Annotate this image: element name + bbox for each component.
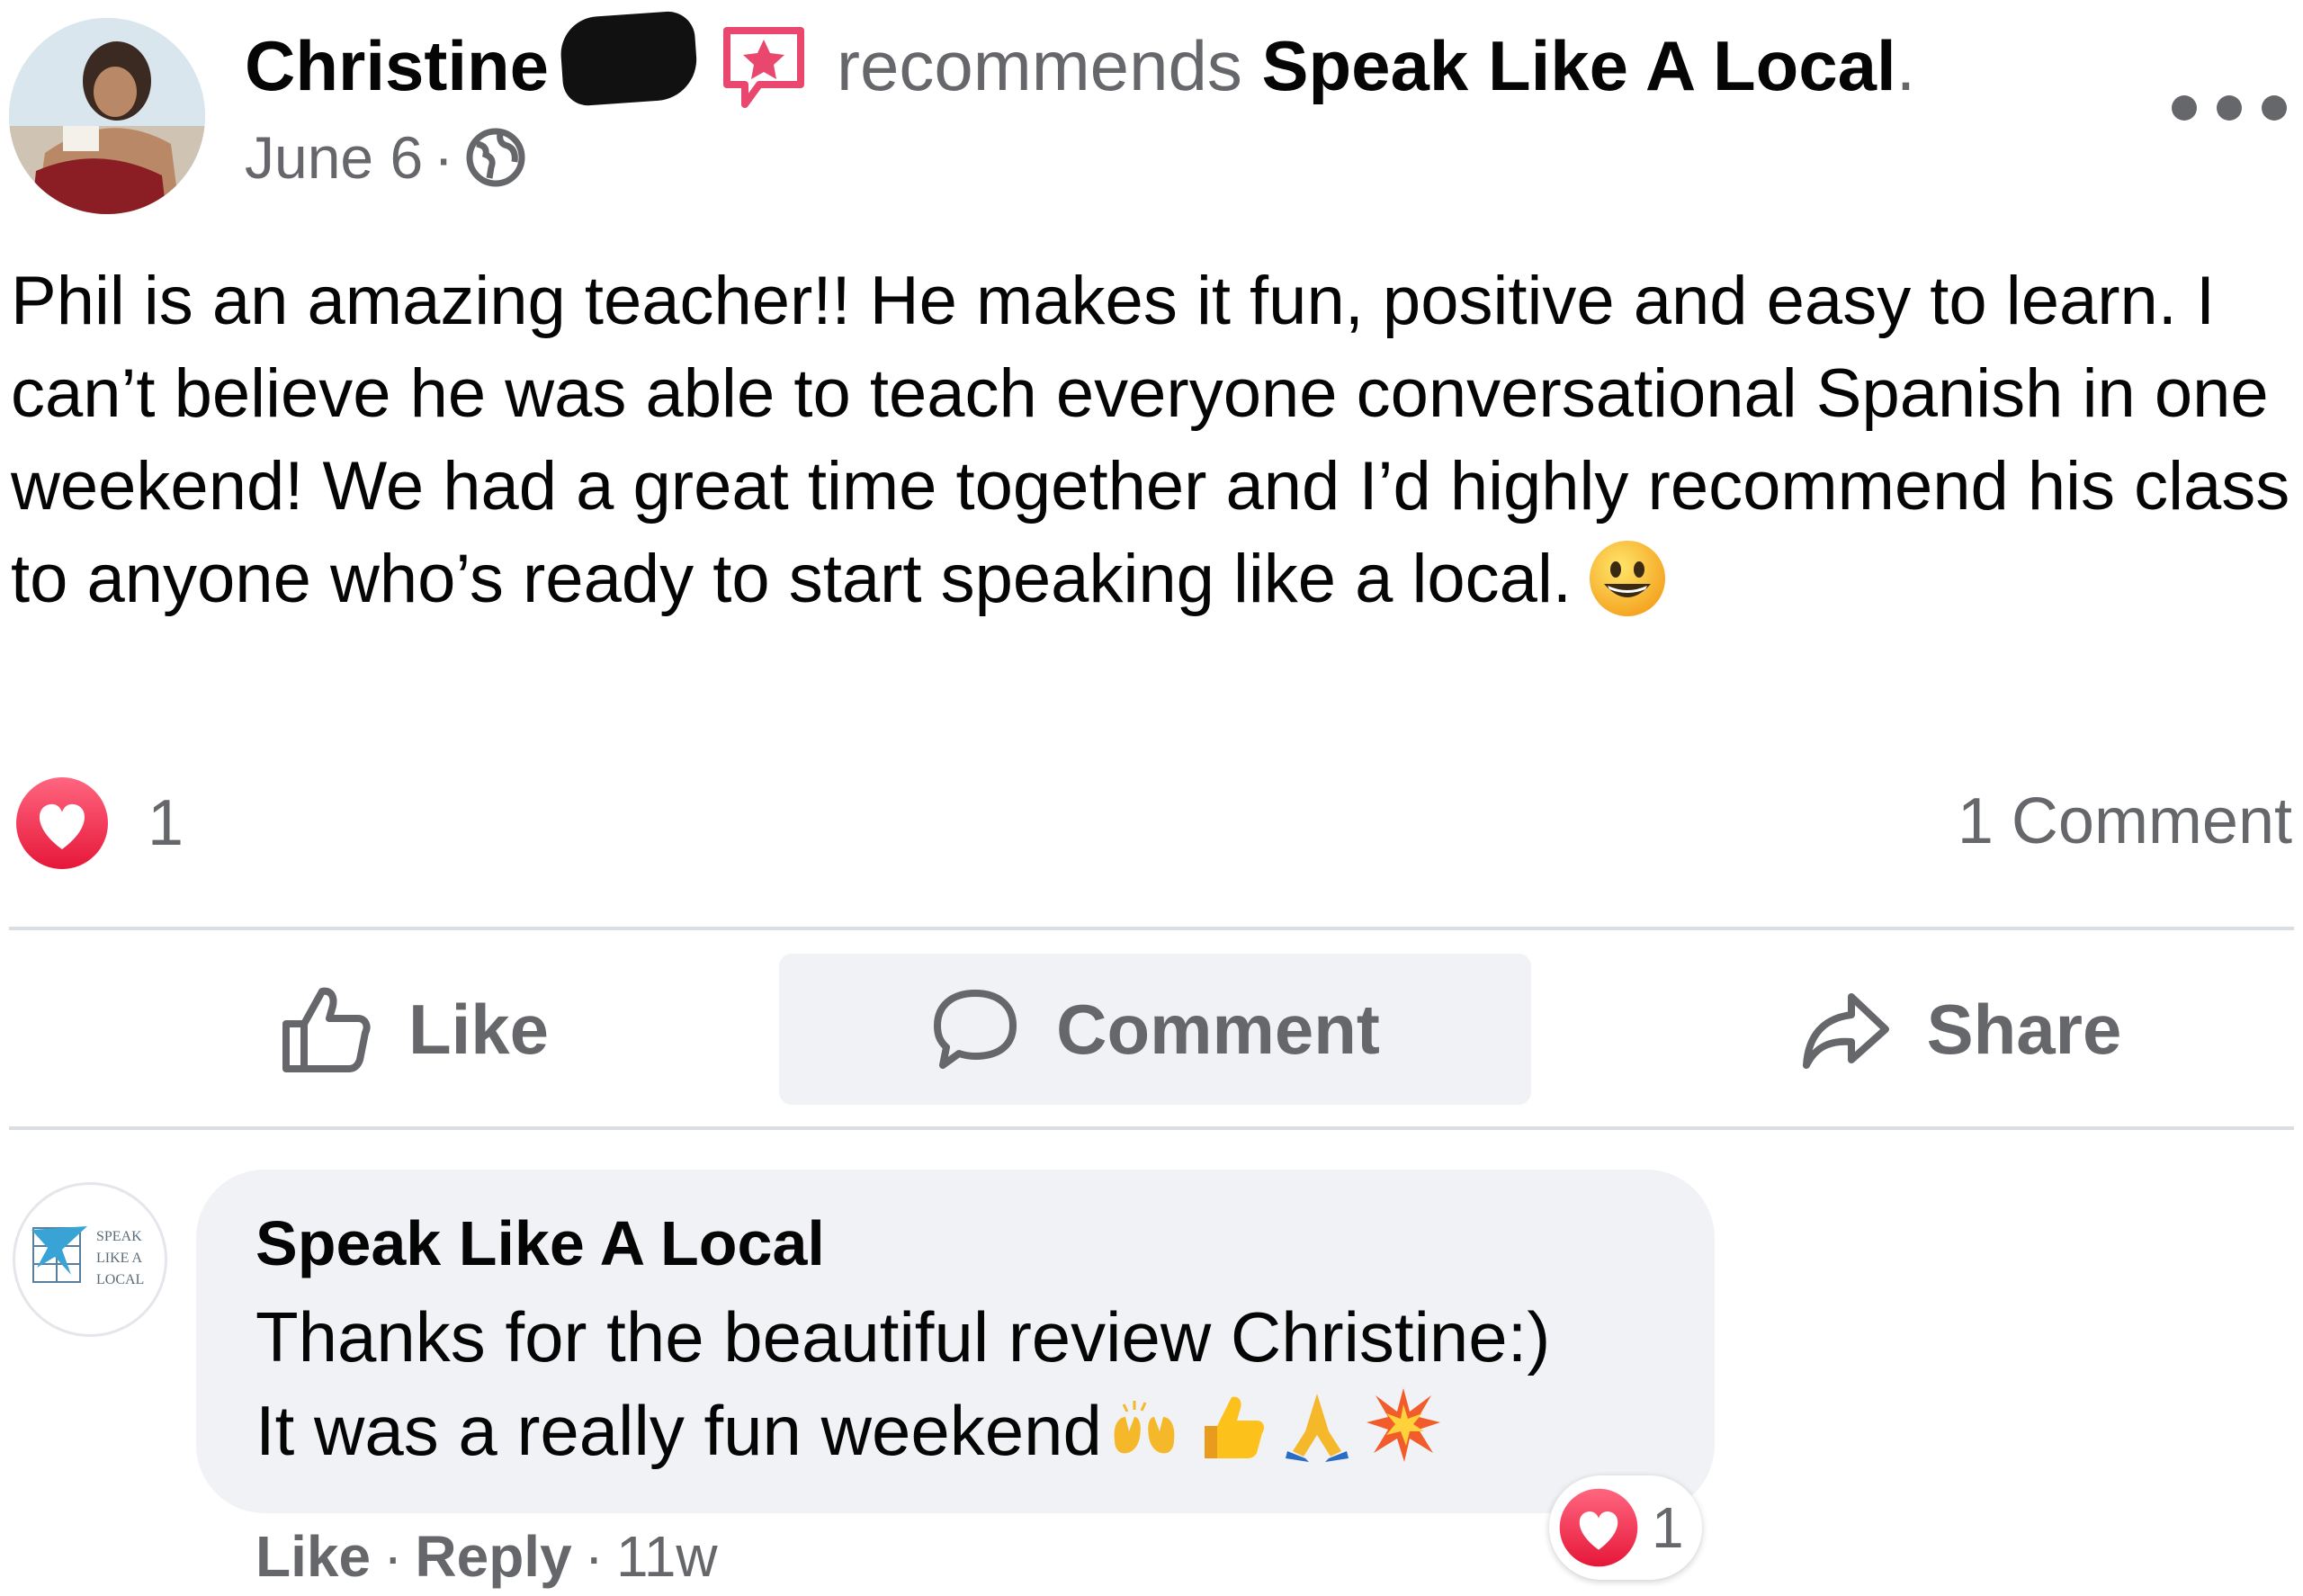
recommended-page-link[interactable]: Speak Like A Local (1262, 26, 1896, 105)
comment-actions: Like · Reply · 11w (255, 1520, 718, 1592)
comment-emojis (1106, 1386, 1451, 1464)
avatar-text-line2: LIKE A (96, 1251, 143, 1266)
thumbs-up-emoji-icon (1204, 1396, 1264, 1458)
share-label: Share (1926, 989, 2122, 1069)
comment-line-2-wrap: It was a really fun weekend (255, 1384, 1695, 1477)
comment-time[interactable]: 11w (616, 1520, 718, 1592)
comment-text: Thanks for the beautiful review Christin… (255, 1290, 1695, 1477)
comment-reply-link[interactable]: Reply (415, 1520, 571, 1592)
more-options-icon[interactable] (2166, 94, 2292, 122)
comment-reaction-count: 1 (1652, 1495, 1684, 1560)
collision-icon (1366, 1388, 1440, 1462)
comment-like-link[interactable]: Like (255, 1520, 371, 1592)
thumbs-up-icon (282, 987, 371, 1072)
comment-line-2: It was a really fun weekend (255, 1391, 1102, 1470)
author-avatar[interactable] (9, 18, 205, 214)
like-label: Like (408, 989, 550, 1069)
comment-count[interactable]: 1 Comment (1958, 785, 2292, 858)
globe-icon[interactable] (464, 126, 527, 189)
post-text: Phil is an amazing teacher!! He makes it… (11, 255, 2296, 625)
comment-author[interactable]: Speak Like A Local (255, 1204, 825, 1283)
author-name[interactable]: Christine (245, 25, 549, 106)
post-text-content: Phil is an amazing teacher!! He makes it… (11, 263, 2290, 617)
redacted-surname (558, 9, 700, 108)
meta-separator: · (434, 124, 454, 191)
comment-separator-2: · (584, 1524, 604, 1589)
period: . (1895, 26, 1916, 105)
recommend-line: recommends Speak Like A Local. (837, 25, 1915, 106)
post-date[interactable]: June 6 (245, 121, 423, 193)
folded-hands-icon (1285, 1394, 1349, 1462)
share-button[interactable]: Share (1709, 954, 2213, 1105)
recommendation-star-icon (723, 27, 804, 108)
raising-hands-icon (1114, 1401, 1175, 1454)
comment-bubble-icon (934, 990, 1017, 1069)
divider-top (9, 927, 2294, 930)
love-reaction-icon (16, 777, 108, 869)
comment-separator-1: · (383, 1524, 403, 1589)
comment-button[interactable]: Comment (779, 954, 1531, 1105)
post-meta: June 6 · (245, 121, 527, 193)
comment-label: Comment (1056, 989, 1380, 1069)
avatar-text-line1: SPEAK (96, 1229, 142, 1244)
like-button[interactable]: Like (162, 954, 666, 1105)
avatar-text-line3: LOCAL (96, 1272, 144, 1287)
reaction-count: 1 (148, 787, 184, 859)
reactions-summary[interactable]: 1 (14, 776, 184, 871)
comment-reaction-badge[interactable]: 1 (1549, 1475, 1702, 1580)
love-reaction-icon (1559, 1488, 1638, 1567)
recommends-verb: recommends (837, 26, 1242, 105)
divider-bottom (9, 1126, 2294, 1130)
commenter-avatar[interactable]: SPEAK LIKE A LOCAL (13, 1182, 167, 1337)
grinning-face-icon (1589, 541, 1665, 616)
comment-line-1: Thanks for the beautiful review Christin… (255, 1297, 1551, 1376)
share-arrow-icon (1802, 993, 1889, 1069)
